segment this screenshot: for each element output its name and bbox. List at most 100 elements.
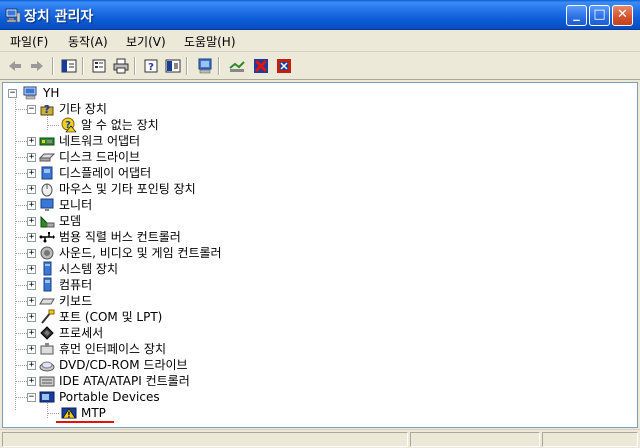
keyboard-icon — [39, 293, 55, 309]
menu-file[interactable]: 파일(F) — [10, 33, 48, 50]
root-label: YH — [43, 86, 60, 100]
mouse-icon — [39, 181, 55, 197]
monitor-icon — [39, 197, 55, 213]
modem-icon — [39, 213, 55, 229]
computer-root-icon — [23, 85, 39, 101]
minimize-button[interactable]: _ — [566, 5, 587, 26]
expander[interactable]: + — [27, 201, 36, 210]
hid-icon — [39, 341, 55, 357]
toolbar-separator — [218, 57, 220, 75]
expander[interactable]: + — [27, 185, 36, 194]
processor-icon — [39, 325, 55, 341]
device-manager-window: 장치 관리자 _ □ ✕ 파일(F) 동작(A) 보기(V) 도움말(H) ? — [0, 0, 640, 448]
tree-item-label: 사운드, 비디오 및 게임 컨트롤러 — [59, 246, 222, 260]
tree-item-label: 휴먼 인터페이스 장치 — [59, 342, 166, 356]
system-device-icon — [39, 261, 55, 277]
expander[interactable]: + — [27, 361, 36, 370]
expander[interactable]: + — [27, 153, 36, 162]
title-bar[interactable]: 장치 관리자 _ □ ✕ — [0, 0, 640, 30]
tree-item-label: 기타 장치 — [59, 102, 107, 116]
update-driver-icon[interactable] — [228, 57, 246, 75]
expander[interactable]: + — [27, 249, 36, 258]
menu-help[interactable]: 도움말(H) — [184, 33, 236, 50]
sound-icon — [39, 245, 55, 261]
expander[interactable]: + — [27, 297, 36, 306]
device-tree[interactable]: − YH −? 기타 장치? 알 수 없는 장치 + 네트워크 어댑터 + 디스크 드라이브… — [2, 82, 638, 428]
menu-bar: 파일(F) 동작(A) 보기(V) 도움말(H) — [0, 30, 640, 52]
status-cell-main — [2, 432, 408, 447]
expander[interactable]: + — [27, 313, 36, 322]
display-adapter-icon — [39, 165, 55, 181]
status-cell-2 — [410, 432, 540, 447]
tree-item-label: 모뎀 — [59, 214, 82, 228]
uninstall-device-icon[interactable] — [275, 57, 293, 75]
cdrom-icon — [39, 357, 55, 373]
disable-device-icon[interactable] — [252, 57, 270, 75]
svg-text:?: ? — [148, 62, 154, 73]
svg-text:?: ? — [44, 103, 50, 116]
print-icon[interactable] — [112, 57, 130, 75]
tree-item-label: IDE ATA/ATAPI 컨트롤러 — [59, 374, 190, 388]
expander-root[interactable]: − — [8, 89, 17, 98]
help-icon[interactable]: ? — [142, 57, 160, 75]
device-manager-icon — [5, 7, 21, 23]
expander[interactable]: + — [27, 169, 36, 178]
tree-item-label: DVD/CD-ROM 드라이브 — [59, 358, 188, 372]
menu-action[interactable]: 동작(A) — [68, 33, 108, 50]
tree-item-label: 포트 (COM 및 LPT) — [59, 310, 163, 324]
expander[interactable]: + — [27, 281, 36, 290]
port-icon — [39, 309, 55, 325]
tree-item-label: Portable Devices — [59, 390, 160, 404]
forward-arrow-icon[interactable] — [28, 57, 46, 75]
expander[interactable]: + — [27, 233, 36, 242]
tree-item-label: 컴퓨터 — [59, 278, 93, 292]
tree-item-label: MTP — [81, 406, 106, 420]
expander[interactable]: − — [27, 105, 36, 114]
maximize-button[interactable]: □ — [589, 5, 610, 26]
status-bar — [0, 429, 640, 448]
back-arrow-icon[interactable] — [6, 57, 24, 75]
tree-item-label: 알 수 없는 장치 — [81, 118, 159, 132]
unknown-device-icon: ? — [39, 101, 55, 117]
tree-item-label: 키보드 — [59, 294, 93, 308]
status-cell-3 — [542, 432, 638, 447]
toolbar: ? — [0, 52, 640, 80]
scan-hardware-icon[interactable] — [196, 57, 214, 75]
expander[interactable]: + — [27, 329, 36, 338]
expander[interactable]: + — [27, 217, 36, 226]
usb-icon — [39, 229, 55, 245]
tree-item-label: 디스플레이 어댑터 — [59, 166, 152, 180]
unknown-device-warning-icon: ? — [61, 117, 77, 133]
window-title: 장치 관리자 — [24, 9, 94, 25]
highlight-underline — [56, 421, 114, 423]
disk-drive-icon — [38, 149, 56, 165]
tree-item-label: 네트워크 어댑터 — [59, 134, 141, 148]
tree-item-label: 모니터 — [59, 198, 93, 212]
expander[interactable]: + — [27, 345, 36, 354]
svg-text:!: ! — [67, 411, 71, 420]
tree-guide — [47, 413, 59, 414]
console-tree-icon[interactable] — [60, 57, 78, 75]
ide-icon — [39, 373, 55, 389]
close-button[interactable]: ✕ — [612, 5, 633, 26]
expander[interactable]: + — [27, 377, 36, 386]
properties-icon[interactable] — [90, 57, 108, 75]
expander[interactable]: + — [27, 265, 36, 274]
expander[interactable]: + — [27, 137, 36, 146]
toolbar-separator — [82, 57, 84, 75]
tree-item-label: 시스템 장치 — [59, 262, 119, 276]
tree-item-label: 마우스 및 기타 포인팅 장치 — [59, 182, 196, 196]
computer-icon — [39, 277, 55, 293]
mtp-warning-icon: ! — [61, 405, 77, 421]
show-hide-icon[interactable] — [164, 57, 182, 75]
tree-item-label: 디스크 드라이브 — [59, 150, 141, 164]
expander[interactable]: − — [27, 393, 36, 402]
toolbar-separator — [134, 57, 136, 75]
menu-view[interactable]: 보기(V) — [126, 33, 166, 50]
portable-device-icon — [39, 389, 55, 405]
toolbar-separator — [52, 57, 54, 75]
tree-guide — [47, 125, 59, 126]
tree-item-label: 범용 직렬 버스 컨트롤러 — [59, 230, 181, 244]
toolbar-separator — [186, 57, 188, 75]
tree-item-label: 프로세서 — [59, 326, 104, 340]
